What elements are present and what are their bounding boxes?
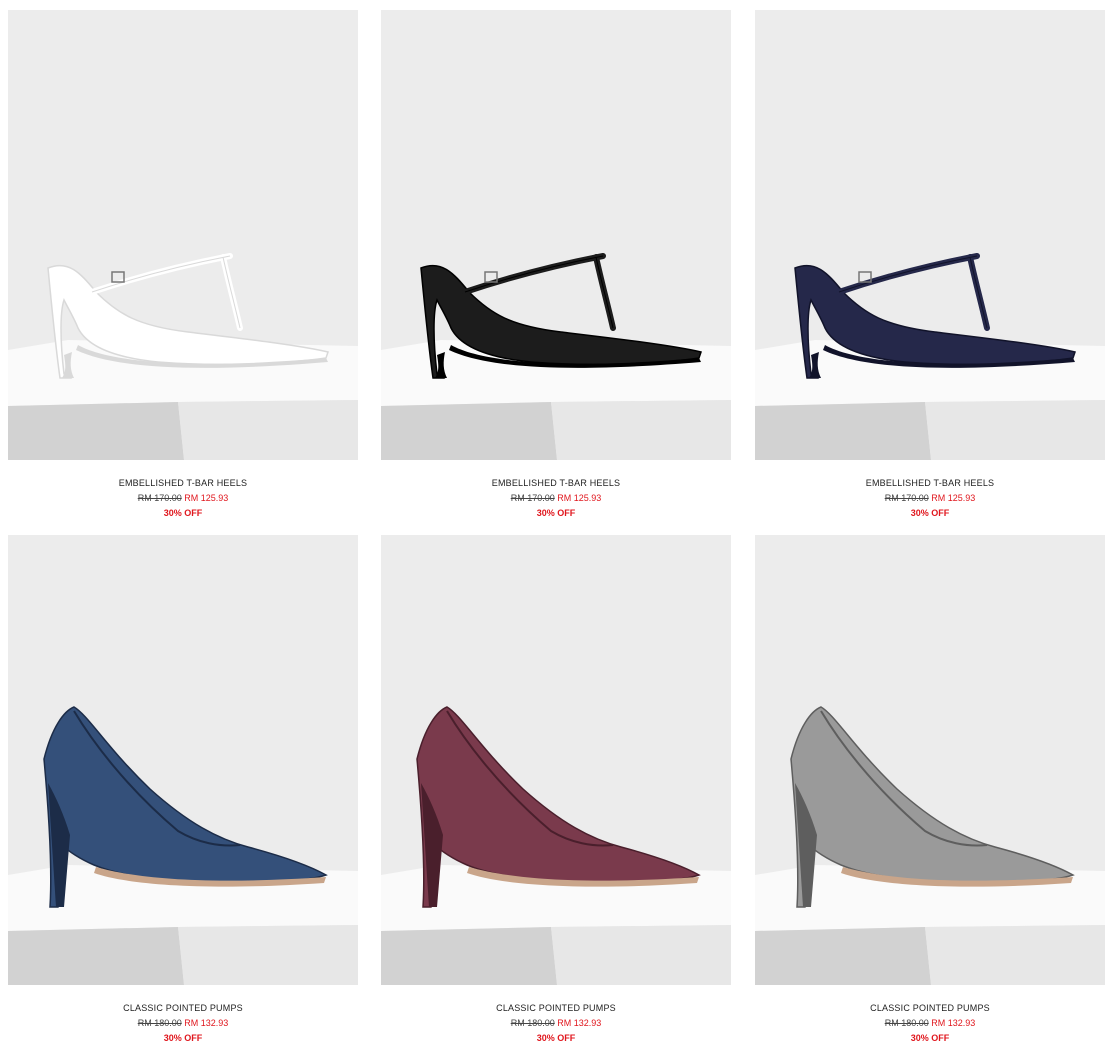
discount-badge: 30% OFF — [536, 1033, 576, 1043]
original-price: RM 170.00 — [884, 493, 929, 503]
product-card[interactable]: CLASSIC POINTED PUMPS RM 180.00 RM 132.9… — [381, 535, 731, 1053]
product-grid: EMBELLISHED T-BAR HEELS RM 170.00 RM 125… — [0, 0, 1115, 1053]
product-image[interactable] — [381, 535, 731, 985]
product-prices: RM 170.00 RM 125.93 — [8, 491, 358, 506]
product-prices: RM 180.00 RM 132.93 — [8, 1016, 358, 1031]
product-image[interactable] — [8, 10, 358, 460]
original-price: RM 180.00 — [510, 1018, 555, 1028]
sale-price: RM 125.93 — [931, 493, 976, 503]
discount-badge: 30% OFF — [910, 508, 950, 518]
plinth-front-right — [178, 925, 358, 985]
sale-price: RM 125.93 — [557, 493, 602, 503]
plinth-front-left — [8, 402, 184, 460]
original-price: RM 180.00 — [884, 1018, 929, 1028]
product-card[interactable]: EMBELLISHED T-BAR HEELS RM 170.00 RM 125… — [381, 10, 731, 530]
discount-badge: 30% OFF — [910, 1033, 950, 1043]
product-name[interactable]: CLASSIC POINTED PUMPS — [755, 1001, 1105, 1016]
product-info: CLASSIC POINTED PUMPS RM 180.00 RM 132.9… — [8, 1001, 358, 1046]
product-info: CLASSIC POINTED PUMPS RM 180.00 RM 132.9… — [381, 1001, 731, 1046]
product-card[interactable]: CLASSIC POINTED PUMPS RM 180.00 RM 132.9… — [755, 535, 1105, 1053]
plinth-front-right — [551, 925, 731, 985]
sale-price: RM 132.93 — [931, 1018, 976, 1028]
product-name[interactable]: EMBELLISHED T-BAR HEELS — [755, 476, 1105, 491]
discount-badge: 30% OFF — [163, 508, 203, 518]
plinth-front-right — [551, 400, 731, 460]
product-card[interactable]: EMBELLISHED T-BAR HEELS RM 170.00 RM 125… — [755, 10, 1105, 530]
original-price: RM 180.00 — [137, 1018, 182, 1028]
product-image[interactable] — [755, 535, 1105, 985]
product-name[interactable]: EMBELLISHED T-BAR HEELS — [8, 476, 358, 491]
product-name[interactable]: CLASSIC POINTED PUMPS — [8, 1001, 358, 1016]
product-name[interactable]: EMBELLISHED T-BAR HEELS — [381, 476, 731, 491]
plinth-front-left — [755, 402, 931, 460]
plinth-front-left — [381, 402, 557, 460]
product-name[interactable]: CLASSIC POINTED PUMPS — [381, 1001, 731, 1016]
product-prices: RM 170.00 RM 125.93 — [381, 491, 731, 506]
discount-badge: 30% OFF — [536, 508, 576, 518]
plinth-front-left — [8, 927, 184, 985]
product-image[interactable] — [755, 10, 1105, 460]
product-info: EMBELLISHED T-BAR HEELS RM 170.00 RM 125… — [381, 476, 731, 521]
original-price: RM 170.00 — [510, 493, 555, 503]
plinth-front-left — [381, 927, 557, 985]
product-info: EMBELLISHED T-BAR HEELS RM 170.00 RM 125… — [8, 476, 358, 521]
product-prices: RM 170.00 RM 125.93 — [755, 491, 1105, 506]
plinth-front-right — [925, 925, 1105, 985]
product-info: CLASSIC POINTED PUMPS RM 180.00 RM 132.9… — [755, 1001, 1105, 1046]
plinth-front-right — [178, 400, 358, 460]
sale-price: RM 132.93 — [557, 1018, 602, 1028]
product-prices: RM 180.00 RM 132.93 — [381, 1016, 731, 1031]
product-image[interactable] — [381, 10, 731, 460]
original-price: RM 170.00 — [137, 493, 182, 503]
plinth-front-left — [755, 927, 931, 985]
sale-price: RM 125.93 — [184, 493, 229, 503]
product-info: EMBELLISHED T-BAR HEELS RM 170.00 RM 125… — [755, 476, 1105, 521]
product-image[interactable] — [8, 535, 358, 985]
product-card[interactable]: EMBELLISHED T-BAR HEELS RM 170.00 RM 125… — [8, 10, 358, 530]
sale-price: RM 132.93 — [184, 1018, 229, 1028]
product-prices: RM 180.00 RM 132.93 — [755, 1016, 1105, 1031]
plinth-front-right — [925, 400, 1105, 460]
discount-badge: 30% OFF — [163, 1033, 203, 1043]
product-card[interactable]: CLASSIC POINTED PUMPS RM 180.00 RM 132.9… — [8, 535, 358, 1053]
